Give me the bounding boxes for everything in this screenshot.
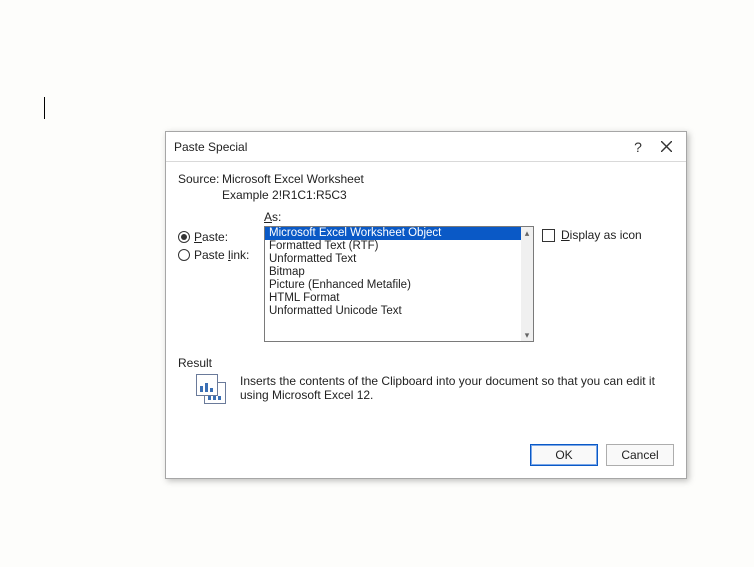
radio-icon bbox=[178, 249, 190, 261]
right-column: Display as icon bbox=[542, 210, 674, 242]
result-icon bbox=[196, 374, 230, 408]
text-cursor bbox=[44, 97, 45, 119]
checkbox-icon bbox=[542, 229, 555, 242]
result-text: Inserts the contents of the Clipboard in… bbox=[240, 374, 674, 408]
list-item[interactable]: HTML Format bbox=[265, 292, 521, 305]
as-column: As: Microsoft Excel Worksheet ObjectForm… bbox=[264, 210, 534, 342]
help-button[interactable]: ? bbox=[626, 137, 650, 157]
source-row: Source: Microsoft Excel Worksheet bbox=[178, 172, 674, 186]
paste-special-dialog: Paste Special ? Source: Microsoft Excel … bbox=[165, 131, 687, 479]
result-section: Result Inserts the contents of the Clipb… bbox=[178, 356, 674, 408]
source-range: Example 2!R1C1:R5C3 bbox=[222, 188, 674, 202]
list-item[interactable]: Formatted Text (RTF) bbox=[265, 240, 521, 253]
radio-icon bbox=[178, 231, 190, 243]
ok-button[interactable]: OK bbox=[530, 444, 598, 466]
as-listbox[interactable]: Microsoft Excel Worksheet ObjectFormatte… bbox=[264, 226, 534, 342]
radio-paste-link-label: Paste link: bbox=[194, 248, 249, 262]
source-value: Microsoft Excel Worksheet bbox=[222, 172, 674, 186]
list-item[interactable]: Bitmap bbox=[265, 266, 521, 279]
list-item[interactable]: Picture (Enhanced Metafile) bbox=[265, 279, 521, 292]
radio-paste-link[interactable]: Paste link: bbox=[178, 246, 256, 264]
result-body: Inserts the contents of the Clipboard in… bbox=[178, 374, 674, 408]
close-icon bbox=[661, 141, 672, 152]
display-as-icon-label: Display as icon bbox=[561, 228, 642, 242]
list-item[interactable]: Unformatted Text bbox=[265, 253, 521, 266]
display-as-icon-checkbox[interactable]: Display as icon bbox=[542, 228, 674, 242]
dialog-body: Source: Microsoft Excel Worksheet Exampl… bbox=[166, 162, 686, 478]
result-label: Result bbox=[178, 356, 674, 370]
paste-mode-radios: Paste: Paste link: bbox=[178, 210, 256, 264]
titlebar: Paste Special ? bbox=[166, 132, 686, 162]
cancel-button[interactable]: Cancel bbox=[606, 444, 674, 466]
button-row: OK Cancel bbox=[178, 444, 674, 466]
list-item[interactable]: Microsoft Excel Worksheet Object bbox=[265, 227, 521, 240]
list-item[interactable]: Unformatted Unicode Text bbox=[265, 305, 521, 318]
radio-paste[interactable]: Paste: bbox=[178, 228, 256, 246]
radio-paste-label: Paste: bbox=[194, 230, 228, 244]
scroll-down-icon[interactable]: ▾ bbox=[521, 329, 533, 341]
dialog-title: Paste Special bbox=[174, 140, 626, 154]
source-label: Source: bbox=[178, 172, 222, 186]
close-button[interactable] bbox=[654, 137, 678, 157]
as-label: As: bbox=[264, 210, 534, 224]
scroll-up-icon[interactable]: ▴ bbox=[521, 227, 533, 239]
mid-section: Paste: Paste link: As: Microsoft Excel W… bbox=[178, 210, 674, 342]
scrollbar[interactable]: ▴ ▾ bbox=[521, 227, 533, 341]
